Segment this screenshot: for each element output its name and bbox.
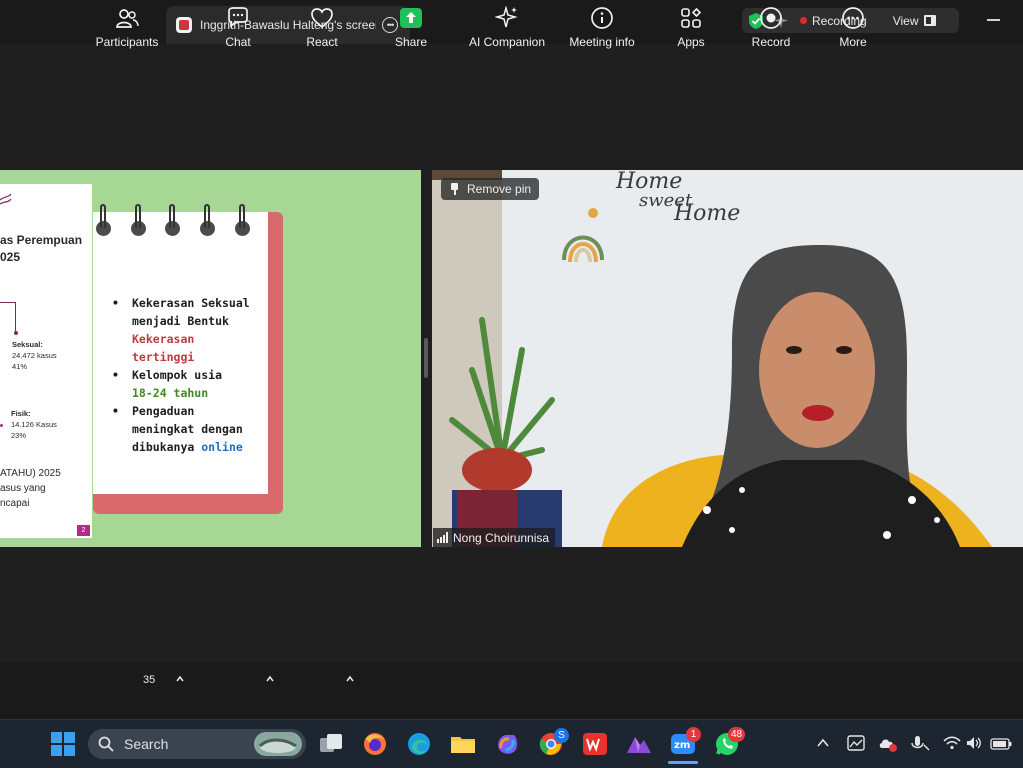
split-view-resize-handle[interactable]: [424, 338, 428, 378]
participant-name: Nong Choirunnisa: [453, 530, 550, 545]
apps-label: Apps: [677, 35, 705, 49]
share-screen-icon: [176, 17, 192, 33]
chevron-up-icon[interactable]: [817, 737, 829, 749]
battery-icon[interactable]: [990, 738, 1012, 750]
share-button[interactable]: Share: [391, 6, 431, 54]
video-frame-image: Home sweet Home: [432, 170, 1023, 547]
microphone-icon[interactable]: [910, 735, 930, 753]
file-explorer-icon[interactable]: [450, 731, 476, 757]
minimize-button[interactable]: [987, 19, 1000, 21]
ai-sparkle-icon: [495, 6, 518, 28]
meeting-info-label: Meeting info: [569, 35, 635, 49]
search-icon: [98, 736, 114, 752]
screen-share-tab[interactable]: Inggrith-Bawaslu Halteng's screen •••: [166, 6, 410, 44]
heart-icon: [311, 8, 333, 29]
wifi-icon[interactable]: [943, 736, 961, 750]
chart-connector: [15, 302, 16, 332]
search-placeholder: Search: [124, 736, 169, 752]
affinity-app-icon[interactable]: [626, 731, 652, 757]
binder-ring: [239, 204, 245, 228]
firefox-icon[interactable]: [362, 731, 388, 757]
active-app-indicator: [668, 761, 698, 764]
connection-signal-icon: [437, 532, 448, 543]
binder-ring: [100, 204, 106, 228]
pin-icon: [450, 183, 459, 195]
binder-ring: [204, 204, 210, 228]
chart-dot: [14, 331, 18, 335]
bullet-item: Pengaduan meningkat dengan dibukanya onl…: [110, 402, 270, 456]
more-label: More: [839, 35, 867, 49]
more-icon: [842, 7, 864, 29]
binder-ring: [169, 204, 175, 228]
cloud-error-icon[interactable]: [878, 736, 898, 752]
zoom-notification-badge: 1: [686, 727, 701, 742]
apps-icon: [681, 7, 702, 28]
speaker-icon[interactable]: [966, 736, 982, 750]
participants-count: 35: [143, 674, 156, 686]
chat-icon: [228, 7, 248, 28]
share-screen-icon: [400, 8, 422, 28]
slide-side-panel: as Perempuan 025 Seksual: 24.472 kasus 4…: [0, 184, 92, 538]
participants-label: Participants: [95, 35, 159, 49]
stat-fisik: Fisik: 14.126 Kasus 23%: [11, 409, 57, 440]
task-view-icon[interactable]: [318, 731, 344, 757]
participant-video-tile[interactable]: Home sweet Home: [432, 170, 1023, 547]
participants-icon: [116, 9, 139, 28]
wps-office-icon[interactable]: [582, 731, 608, 757]
more-button[interactable]: More: [833, 6, 873, 54]
slide-logo-icon: [0, 193, 12, 205]
binder-ring: [135, 204, 141, 228]
slide-bullet-list: Kekerasan Seksual menjadi Bentuk Kekeras…: [110, 294, 270, 456]
bullet-item: Kekerasan Seksual menjadi Bentuk Kekeras…: [110, 294, 270, 366]
chart-connector: [0, 302, 16, 303]
bullet-item: Kelompok usia 18-24 tahun: [110, 366, 270, 402]
copilot-icon[interactable]: [494, 731, 520, 757]
react-chevron-up-icon[interactable]: [346, 675, 354, 683]
edge-icon[interactable]: [406, 731, 432, 757]
apps-button[interactable]: Apps: [671, 6, 711, 54]
record-button[interactable]: Record: [751, 6, 791, 54]
whatsapp-notification-badge: 48: [728, 727, 746, 742]
tray-app-icon[interactable]: [847, 735, 865, 751]
info-icon: [591, 7, 613, 29]
windows-start-icon[interactable]: [50, 731, 76, 757]
react-button[interactable]: React: [302, 6, 342, 54]
svg-text:zm: zm: [674, 740, 690, 751]
remove-pin-label: Remove pin: [467, 182, 532, 196]
slide-page-number: 2: [77, 525, 90, 536]
chat-button[interactable]: Chat: [218, 6, 258, 54]
shared-screen-slide: as Perempuan 025 Seksual: 24.472 kasus 4…: [0, 170, 421, 547]
react-label: React: [306, 35, 338, 49]
chrome-profile-badge: S: [554, 728, 569, 743]
participant-name-tag: Nong Choirunnisa: [433, 528, 556, 547]
participants-chevron-up-icon[interactable]: [176, 675, 184, 683]
meeting-controls-toolbar: [0, 662, 1023, 719]
participants-button[interactable]: Participants: [95, 6, 159, 54]
stat-seksual: Seksual: 24.472 kasus 41%: [12, 340, 57, 371]
search-highlight-image: [254, 732, 302, 756]
chat-label: Chat: [225, 35, 251, 49]
view-layout-icon[interactable]: [923, 15, 936, 26]
taskbar-search-box[interactable]: Search: [88, 729, 306, 759]
wall-text: Home: [673, 201, 740, 226]
share-label: Share: [394, 35, 428, 49]
record-icon: [760, 7, 782, 29]
meeting-info-button[interactable]: Meeting info: [566, 6, 638, 54]
chat-chevron-up-icon[interactable]: [266, 675, 274, 683]
view-menu-label[interactable]: View: [893, 14, 919, 28]
remove-pin-button[interactable]: Remove pin: [441, 178, 539, 200]
record-label: Record: [751, 35, 791, 49]
ai-companion-button[interactable]: AI Companion: [466, 6, 548, 54]
recording-dot-icon: [800, 17, 807, 24]
ai-companion-label: AI Companion: [468, 35, 546, 49]
side-title: as Perempuan 025: [0, 233, 83, 264]
side-footer-text: ATAHU) 2025 asus yang ncapai: [0, 468, 61, 509]
chart-dot: [0, 424, 3, 427]
